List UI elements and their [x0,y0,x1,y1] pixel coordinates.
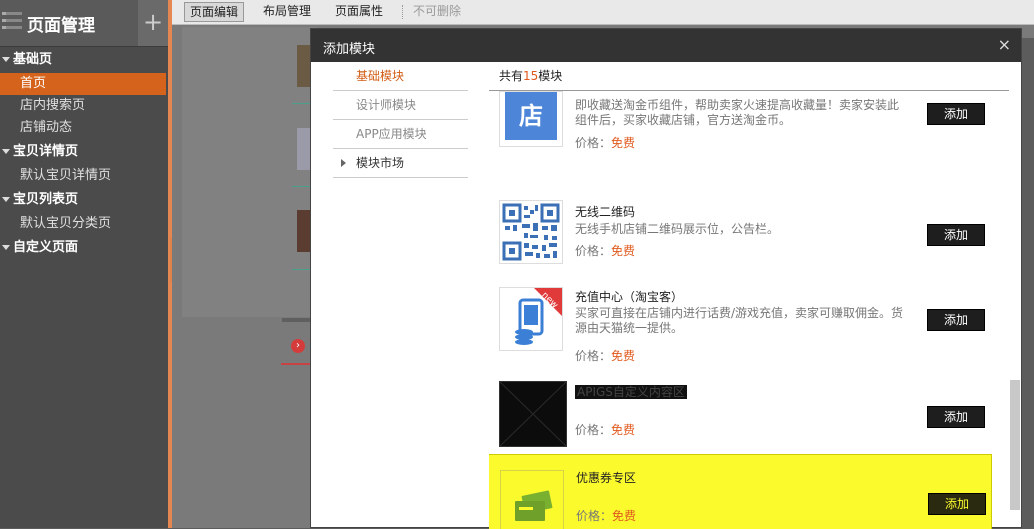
nav-designer-modules[interactable]: 设计师模块 [333,91,468,120]
nav-basic-modules[interactable]: 基础模块 [333,62,468,91]
sidebar-item-home[interactable]: 首页 [0,73,166,95]
sidebar-item-dynamic[interactable]: 店铺动态 [0,117,168,139]
module-item: 无线二维码 无线手机店铺二维码展示位，公告栏。 价格：免费 添加 [489,172,1009,264]
chevron-down-icon [2,149,10,154]
sidebar-title: 页面管理 [27,16,95,36]
close-icon[interactable]: × [998,35,1011,54]
placeholder-icon [499,381,567,447]
chevron-right-icon[interactable]: › [291,339,305,353]
sidebar-group-list[interactable]: 宝贝列表页 [0,187,168,213]
caret-right-icon [341,159,346,167]
editor-toolbar: 页面编辑 布局管理 页面属性 不可删除 [172,0,1034,25]
nav-app-modules[interactable]: APP应用模块 [333,120,468,149]
module-price: 价格：免费 [576,509,637,523]
chevron-down-icon [2,57,10,62]
module-count: 共有15模块 [489,62,1009,91]
module-desc: 无线手机店铺二维码展示位，公告栏。 [575,222,780,236]
module-title: 优惠券专区 [576,471,637,485]
module-title: 充值中心（淘宝客） [575,290,684,304]
module-item: APIGS自定义内容区 价格：免费 添加 [489,352,1009,447]
sidebar-group-detail[interactable]: 宝贝详情页 [0,139,168,165]
delete-page-button[interactable]: 不可删除 [408,2,466,20]
tab-layout-manage[interactable]: 布局管理 [258,2,316,20]
module-desc: 买家可直接在店铺内进行话费/游戏充值，卖家可赚取佣金。货源由天猫统一提供。 [575,306,904,335]
module-desc: 即收藏送淘金币组件，帮助卖家火速提高收藏量！卖家安装此组件后，买家收藏店铺，官方… [575,98,900,127]
add-module-dialog: 添加模块 × 基础模块 设计师模块 APP应用模块 模块市场 共有15模块 店 … [310,28,1022,529]
module-title: 无线二维码 [575,205,636,219]
sidebar-group-custom[interactable]: 自定义页面 [0,235,168,261]
page-manager-sidebar: 页面管理 + 基础页 首页 店内搜索页 店铺动态 宝贝详情页 默认宝贝详情页 宝… [0,0,168,528]
coupon-icon [500,470,564,529]
tab-page-edit[interactable]: 页面编辑 [184,2,245,22]
add-module-button[interactable]: 添加 [927,406,985,428]
chevron-down-icon [2,197,10,202]
add-page-button[interactable]: + [138,0,168,46]
sidebar-item-default-detail[interactable]: 默认宝贝详情页 [0,165,168,187]
module-title: APIGS自定义内容区 [575,385,687,399]
menu-icon[interactable] [2,12,22,30]
store-icon: 店 [499,91,563,147]
add-module-button[interactable]: 添加 [928,493,986,515]
page-scroll-area [1022,38,1034,528]
dialog-header: 添加模块 × [311,29,1021,62]
toolbar-divider [402,5,403,19]
scrollbar[interactable] [1010,380,1020,510]
nav-module-market[interactable]: 模块市场 [333,149,468,178]
module-item: new 充值中心（淘宝客） 买家可直接在店铺内进行话费/游戏充值，卖家可赚取佣金… [489,257,1009,363]
qr-code-icon [499,200,563,264]
module-list-panel: 共有15模块 店 即收藏送淘金币组件，帮助卖家火速提高收藏量！卖家安装此组件后，… [489,62,1009,529]
sidebar-item-search[interactable]: 店内搜索页 [0,95,168,117]
module-category-nav: 基础模块 设计师模块 APP应用模块 模块市场 [333,62,468,178]
sidebar-item-default-category[interactable]: 默认宝贝分类页 [0,213,168,235]
tab-page-props[interactable]: 页面属性 [330,2,388,20]
module-price: 价格：免费 [575,136,636,150]
add-module-button[interactable]: 添加 [927,224,985,246]
module-item: 店 即收藏送淘金币组件，帮助卖家火速提高收藏量！卖家安装此组件后，买家收藏店铺，… [489,91,1009,171]
chevron-down-icon [2,245,10,250]
recharge-icon: new [499,287,563,351]
add-module-button[interactable]: 添加 [927,103,985,125]
dialog-title: 添加模块 [323,42,376,57]
sidebar-header: 页面管理 + [0,0,168,47]
module-price: 价格：免费 [575,423,636,437]
sidebar-group-basic[interactable]: 基础页 [0,47,168,73]
module-item-highlighted: 优惠券专区 价格：免费 添加 [489,454,992,529]
add-module-button[interactable]: 添加 [927,309,985,331]
